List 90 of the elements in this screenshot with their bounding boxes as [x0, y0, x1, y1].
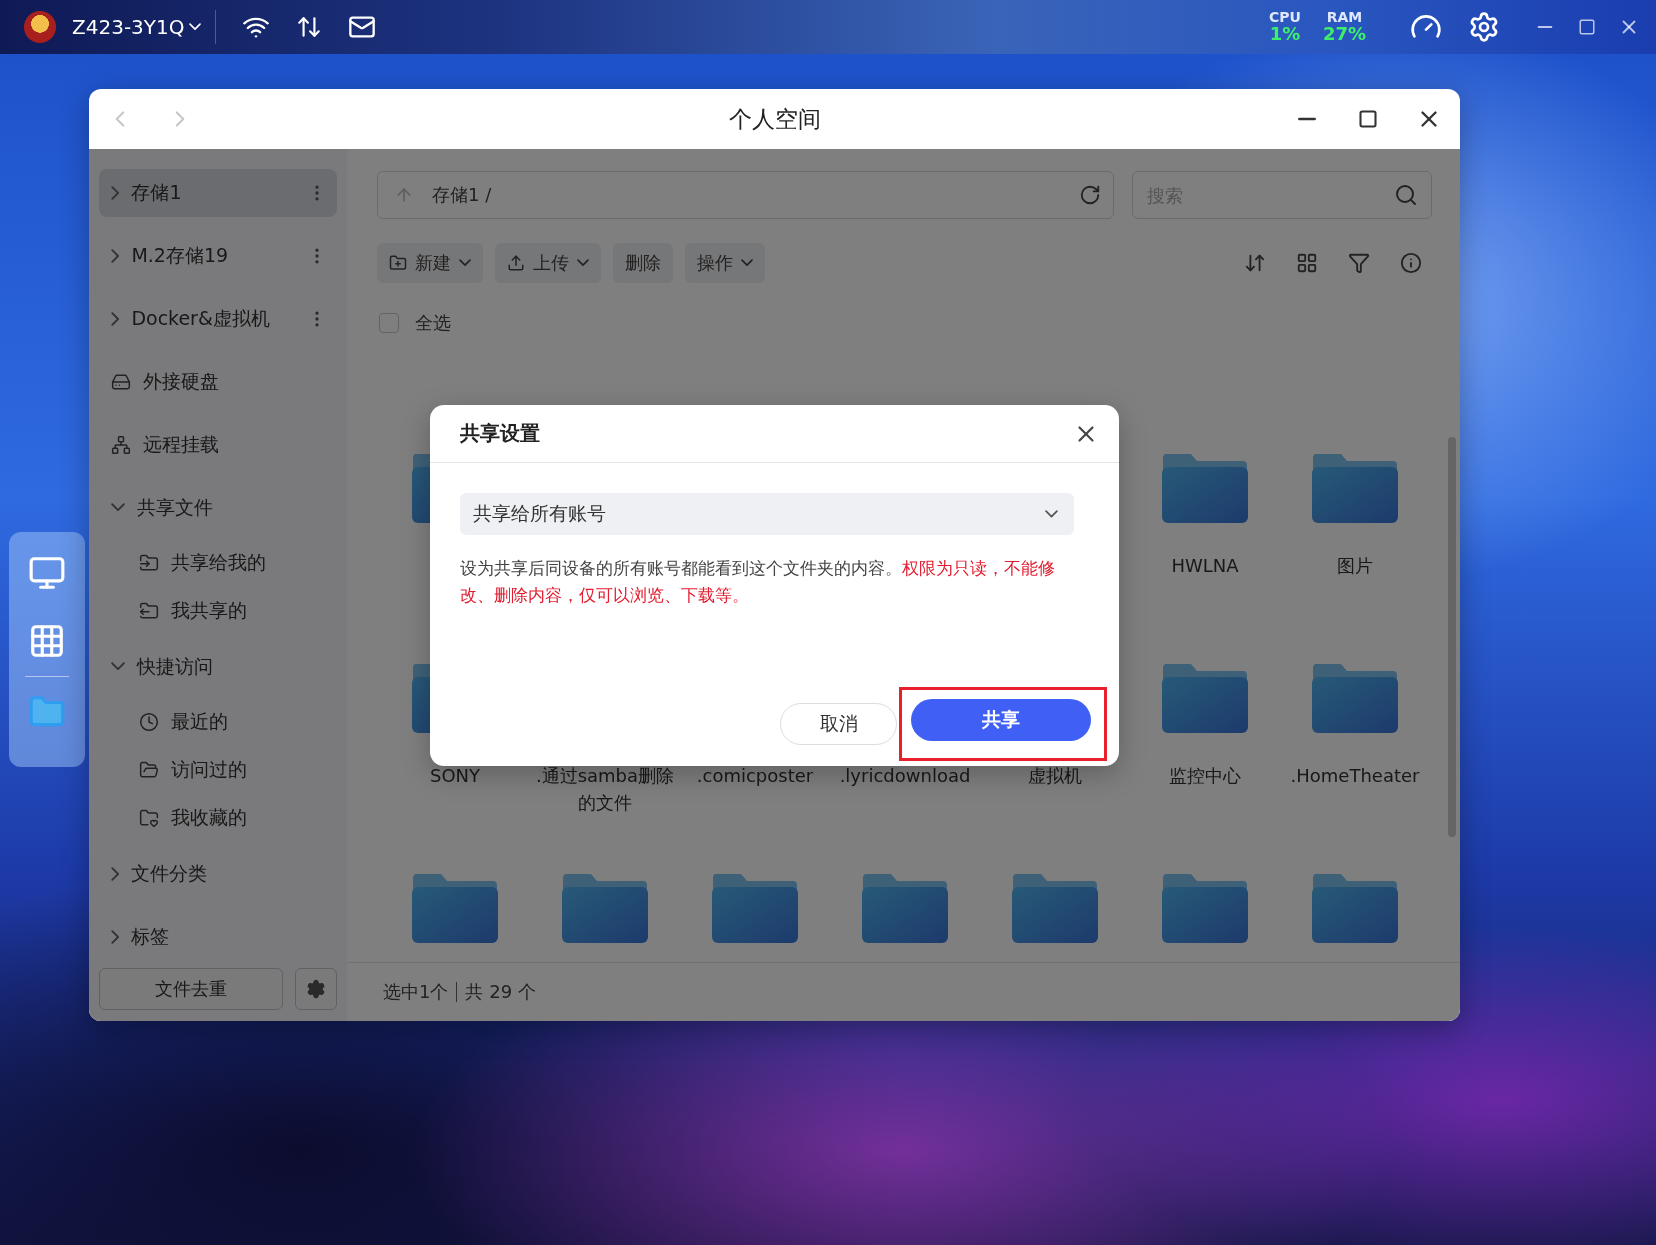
folder-icon — [1311, 872, 1399, 944]
sidebar-item[interactable]: 远程挂载 — [99, 420, 337, 469]
sidebar-item[interactable]: 最近的 — [99, 698, 337, 746]
share-button[interactable]: 共享 — [911, 699, 1091, 741]
monitor-icon[interactable] — [28, 554, 66, 592]
select-all-checkbox[interactable] — [379, 312, 399, 333]
caret-icon — [577, 259, 589, 267]
clock-icon — [139, 712, 159, 732]
folder-name: HWLNA — [1170, 554, 1240, 578]
settings-button[interactable] — [295, 968, 337, 1010]
folder-name: SONY — [428, 764, 482, 788]
folder-icon — [1311, 452, 1399, 524]
cancel-button[interactable]: 取消 — [780, 703, 897, 745]
grid-view-icon[interactable] — [1296, 252, 1318, 274]
folder-icon — [1161, 662, 1249, 734]
window-title: 个人空间 — [728, 105, 821, 132]
chevron-right-icon — [111, 866, 120, 881]
ram-value: 27% — [1322, 24, 1366, 44]
ram-label: RAM — [1326, 10, 1363, 25]
sidebar-item[interactable]: M.2存储19 — [99, 231, 337, 280]
chevron-right-icon — [111, 185, 120, 200]
share-scope-select[interactable]: 共享给所有账号 — [460, 493, 1074, 535]
network-icon — [111, 434, 131, 455]
share-description: 设为共享后同设备的所有账号都能看到这个文件夹的内容。权限为只读，不能修改、删除内容，仅可以浏览、下载等。 — [460, 558, 1056, 607]
total-count: 共 29 个 — [465, 980, 537, 1004]
sidebar-item[interactable]: 我共享的 — [99, 587, 337, 635]
folder-icon — [711, 872, 799, 944]
folder-icon — [139, 760, 159, 780]
folder-icon — [561, 872, 649, 944]
folder-name: .lyricdownload — [838, 764, 972, 788]
sidebar-item[interactable]: Docker&虚拟机 — [99, 294, 337, 343]
dedupe-button[interactable]: 文件去重 — [99, 968, 283, 1010]
folder-icon — [1161, 452, 1249, 524]
scrollbar[interactable] — [1448, 437, 1456, 837]
refresh-icon[interactable] — [1079, 184, 1101, 206]
chevron-right-icon — [111, 929, 120, 944]
folder-icon — [861, 872, 949, 944]
transfer-icon[interactable] — [295, 14, 322, 40]
sidebar-group[interactable]: 标签 — [99, 912, 337, 961]
sidebar-group[interactable]: 共享文件 — [99, 483, 337, 532]
sort-icon[interactable] — [1244, 252, 1266, 274]
caret-icon — [188, 23, 201, 31]
toolbar-button[interactable]: 上传 — [495, 243, 601, 283]
folder-name: 虚拟机 — [1027, 764, 1083, 788]
folder-icon — [1161, 872, 1249, 944]
folder-out-icon — [139, 601, 159, 621]
settings-icon[interactable] — [1468, 11, 1500, 43]
folder-name: .HomeTheater — [1289, 764, 1421, 788]
chevron-down-icon — [111, 503, 125, 512]
sidebar-item[interactable]: 访问过的 — [99, 746, 337, 794]
cpu-value: 1% — [1269, 24, 1301, 44]
toolbar-button[interactable]: 操作 — [685, 243, 765, 283]
select-all-label: 全选 — [415, 310, 451, 335]
folder-plus-icon — [389, 254, 407, 272]
avatar[interactable] — [24, 11, 56, 43]
toolbar-button[interactable]: 删除 — [613, 243, 673, 283]
apps-grid-icon[interactable] — [28, 622, 66, 660]
sidebar-item[interactable]: 我收藏的 — [99, 794, 337, 842]
folder-heart-icon — [139, 808, 159, 828]
cpu-label: CPU — [1269, 10, 1301, 25]
sidebar-item[interactable]: 存储1 — [99, 168, 337, 217]
sidebar-group[interactable]: 文件分类 — [99, 849, 337, 898]
selection-count: 选中1个 — [383, 980, 450, 1004]
folder-icon — [411, 872, 499, 944]
path-text: 存储1 / — [432, 183, 493, 207]
folder-name: 监控中心 — [1168, 764, 1242, 788]
chevron-right-icon — [111, 248, 120, 263]
folder-name: 图片 — [1336, 554, 1374, 578]
folder-in-icon — [139, 553, 159, 573]
sidebar-item[interactable]: 共享给我的 — [99, 539, 337, 587]
filter-icon[interactable] — [1348, 252, 1370, 274]
sidebar-item[interactable]: 外接硬盘 — [99, 357, 337, 406]
chevron-right-icon — [111, 311, 120, 326]
caret-icon — [741, 259, 753, 267]
chevron-down-icon — [111, 662, 125, 671]
maximize-icon[interactable] — [1358, 109, 1378, 129]
caret-icon — [1045, 510, 1058, 518]
gear-icon — [306, 979, 326, 999]
caret-icon — [459, 259, 471, 267]
upload-icon — [507, 254, 525, 272]
folder-name: .comicposter — [695, 764, 815, 788]
folder-name: .通过samba删除的文件 — [534, 764, 676, 815]
search-icon[interactable] — [1394, 183, 1418, 207]
info-icon[interactable] — [1400, 252, 1422, 274]
sidebar-group[interactable]: 快捷访问 — [99, 642, 337, 691]
toolbar-button[interactable]: 新建 — [377, 243, 483, 283]
folder-icon — [1011, 872, 1099, 944]
dialog-title: 共享设置 — [460, 420, 541, 447]
device-name[interactable]: Z423-3Y1Q — [72, 10, 216, 44]
folder-icon — [1311, 662, 1399, 734]
